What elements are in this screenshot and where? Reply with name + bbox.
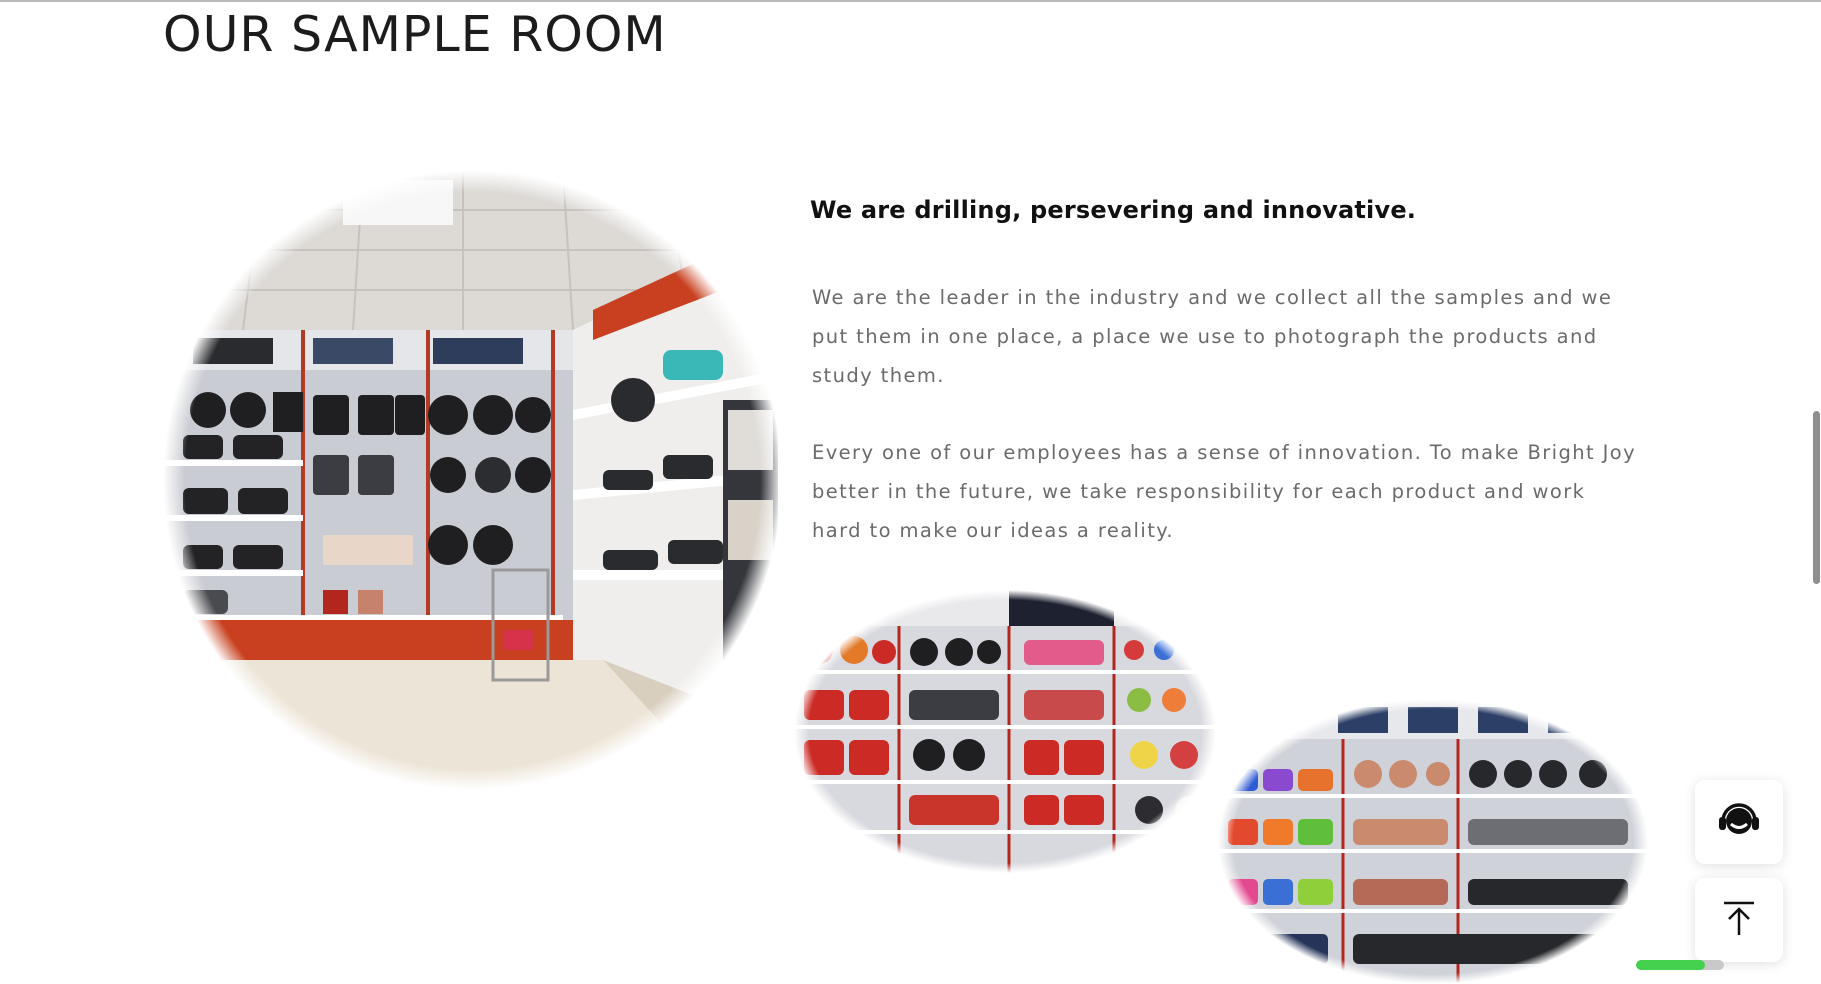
sample-room-red-shelves-photo xyxy=(794,590,1216,873)
sample-room-headline: We are drilling, persevering and innovat… xyxy=(810,196,1417,224)
loading-progress-bar xyxy=(1636,960,1724,970)
customer-support-button[interactable] xyxy=(1695,780,1783,864)
back-to-top-button[interactable] xyxy=(1695,878,1783,962)
section-title: OUR SAMPLE ROOM xyxy=(163,6,667,63)
innovation-paragraph: Every one of our employees has a sense o… xyxy=(812,441,1637,542)
sample-room-cookware-shelves-photo xyxy=(1218,699,1648,984)
progress-fill xyxy=(1636,960,1705,970)
scrollbar-thumb[interactable] xyxy=(1813,411,1820,584)
intro-paragraph: We are the leader in the industry and we… xyxy=(812,286,1613,387)
headset-icon xyxy=(1716,797,1762,847)
page-scrollbar[interactable] xyxy=(1809,0,1821,975)
sample-room-main-photo xyxy=(163,170,782,790)
arrow-up-icon xyxy=(1720,899,1758,941)
